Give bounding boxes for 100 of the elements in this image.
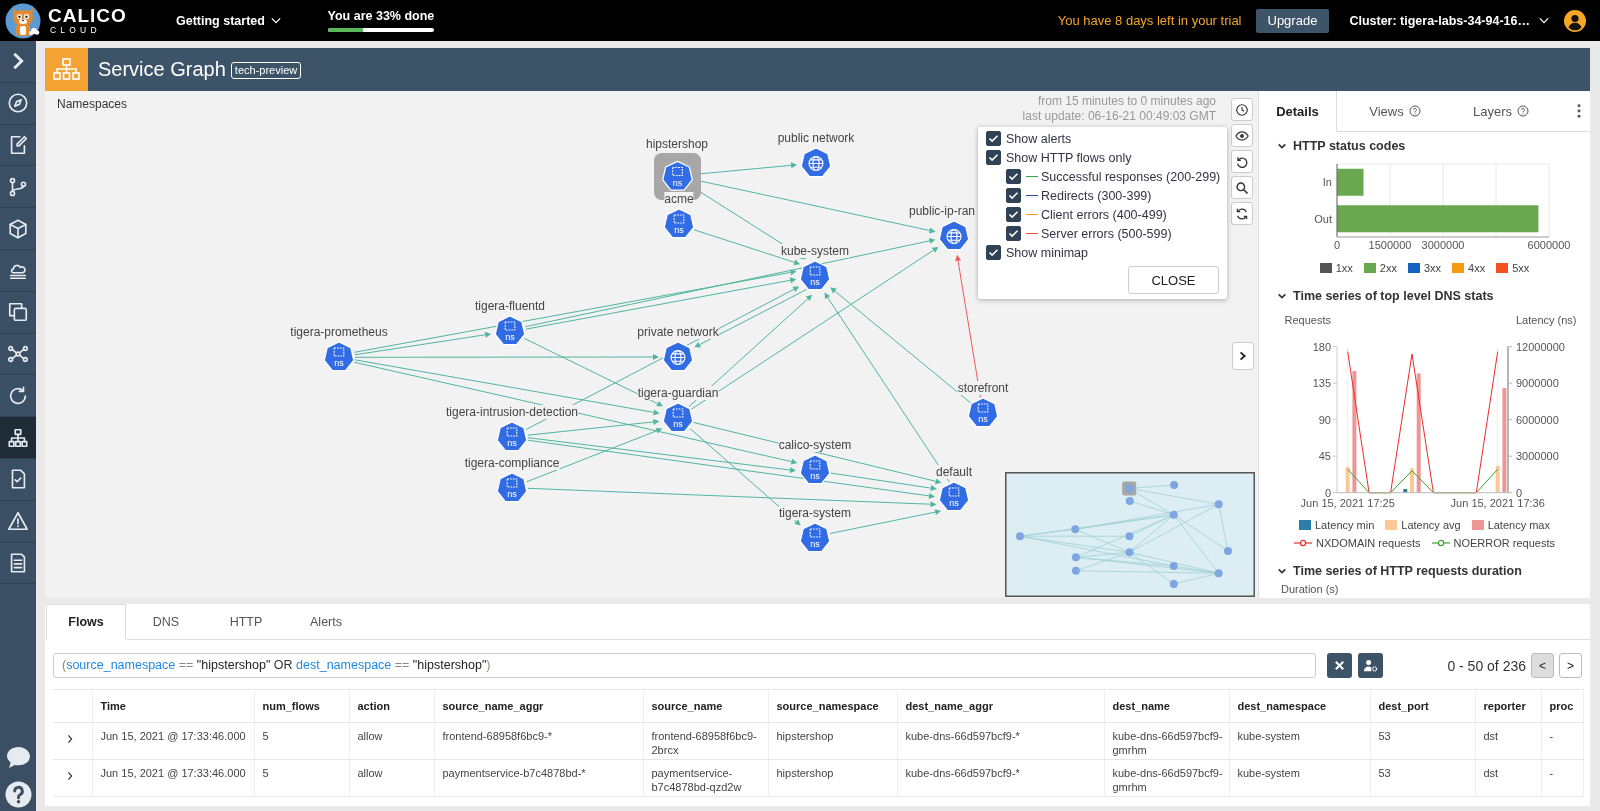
legend-label: Latency min [1315,519,1375,531]
section-title: HTTP status codes [1293,139,1406,153]
upgrade-button[interactable]: Upgrade [1255,8,1330,33]
checkbox[interactable] [1006,188,1021,203]
column-header[interactable]: proc [1541,689,1583,723]
option-label: Server errors (500-599) [1041,226,1172,241]
legend-label: 1xx [1335,262,1353,274]
tab[interactable]: Flows [46,604,126,640]
checkbox[interactable] [1006,207,1021,222]
expand-chevron-icon[interactable] [66,734,74,744]
axis-tick-label: In [1322,176,1332,189]
column-header[interactable]: source_name [643,689,768,723]
namespace-icon[interactable]: ns [799,454,831,486]
help-icon[interactable] [4,781,32,808]
axis-tick-label: 6000000 [1527,239,1571,251]
search-button[interactable] [1231,176,1253,199]
expand-panel-button[interactable] [1232,342,1254,370]
node-label: tigera-guardian [637,386,719,400]
namespace-icon[interactable]: ns [938,481,970,513]
caret-icon [270,17,281,24]
query-field[interactable]: (source_namespace == "hipstershop" OR dest_namespace == "hipstershop") [53,653,1316,678]
column-header[interactable]: source_namespace [768,689,897,723]
more-menu-icon[interactable] [1577,104,1581,118]
axis-tick-label: 135 [1312,377,1331,390]
legend-label: 3xx [1423,262,1442,274]
next-page-button[interactable]: > [1559,653,1582,678]
namespace-icon[interactable]: ns [799,260,831,292]
page-title: Service Graph [98,58,226,81]
legend-label: NXDOMAIN requests [1316,537,1421,549]
column-header[interactable]: reporter [1475,689,1541,723]
column-header[interactable]: Time [92,689,254,723]
checkbox[interactable] [1006,169,1021,184]
globe-icon[interactable] [800,147,832,179]
namespace-icon[interactable]: ns [496,421,528,453]
clear-button[interactable] [1327,653,1352,678]
option-label: Show alerts [1006,131,1072,146]
logo-text: CALICO [48,6,127,26]
last-update-text: last update: 06-16-21 00:49:03 GMT [1022,109,1216,124]
table-cell: hipstershop [768,722,897,760]
namespace-icon[interactable]: ns [967,397,999,429]
namespace-icon[interactable]: ns [496,472,528,504]
undo-button[interactable] [1231,150,1253,173]
namespace-icon[interactable]: ns [663,208,695,240]
option-label: Show HTTP flows only [1006,150,1132,165]
axis-title: Latency (ns) [1516,314,1577,326]
caret-icon [1539,17,1549,24]
globe-icon[interactable] [938,220,970,252]
history-button[interactable] [1231,98,1253,121]
user-settings-button[interactable] [1358,653,1383,678]
namespace-icon[interactable]: ns [799,522,831,554]
table-cell: kube-dns-66d597bcf9-* [897,722,1104,760]
axis-tick-label: 0 [1333,239,1341,251]
namespace-icon[interactable]: ns [494,315,526,347]
table-cell: kube-dns-66d597bcf9-gmrhm [1104,759,1229,797]
checkbox[interactable] [986,131,1001,146]
time-range-text: from 15 minutes to 0 minutes ago [1037,94,1216,109]
view-button[interactable] [1231,124,1253,147]
column-header[interactable]: source_name_aggr [434,689,643,723]
axis-tick-label: Jun 15, 2021 17:25 [1300,497,1395,509]
refresh-button[interactable] [1231,202,1253,225]
compass-icon [7,92,29,115]
option-label: Client errors (400-499) [1041,207,1167,222]
checkbox[interactable] [986,245,1001,260]
option-label: Redirects (300-399) [1041,188,1152,203]
node-label: tigera-intrusion-detection [445,405,579,419]
column-header[interactable]: dest_name [1104,689,1229,723]
chevron-icon[interactable] [1277,141,1287,151]
chevron-icon[interactable] [1277,291,1287,301]
table-cell: dst [1475,759,1541,797]
checkbox[interactable] [986,150,1001,165]
section-title: Time series of HTTP requests duration [1293,564,1522,578]
sidebar-item[interactable] [0,417,36,459]
eye-icon [1235,128,1249,143]
namespace-icon[interactable]: ns [323,341,355,373]
expand-chevron-icon[interactable] [66,771,74,781]
refresh-icon [7,384,29,407]
node-label: acme [664,192,694,206]
chat-bubble-icon[interactable] [5,746,31,769]
column-header[interactable]: action [349,689,434,723]
checkbox[interactable] [1006,226,1021,241]
minimap-drawing[interactable] [1005,472,1255,597]
column-header[interactable]: dest_namespace [1229,689,1370,723]
axis-tick-label: 180 [1312,340,1331,353]
globe-icon[interactable] [662,341,694,373]
column-header[interactable]: dest_port [1370,689,1475,723]
user-avatar-icon[interactable] [1564,9,1586,32]
clock-icon [1235,102,1249,117]
column-header[interactable]: dest_name_aggr [897,689,1104,723]
table-cell: kube-system [1229,722,1370,760]
sitemap-icon [45,48,88,91]
user-gear-icon [1363,658,1378,673]
bar [1410,468,1414,493]
column-header[interactable]: num_flows [254,689,349,723]
close-button[interactable]: CLOSE [1128,266,1219,294]
bar [1495,465,1500,493]
getting-started-menu[interactable]: Getting started [176,13,281,28]
namespace-icon[interactable]: ns [662,402,694,434]
cluster-selector[interactable]: Cluster: tigera-labs-34-94-16… [1349,13,1549,28]
table-cell: paymentservice-b7c4878bd-qzd2w [643,759,768,797]
chevron-icon[interactable] [1277,566,1287,576]
